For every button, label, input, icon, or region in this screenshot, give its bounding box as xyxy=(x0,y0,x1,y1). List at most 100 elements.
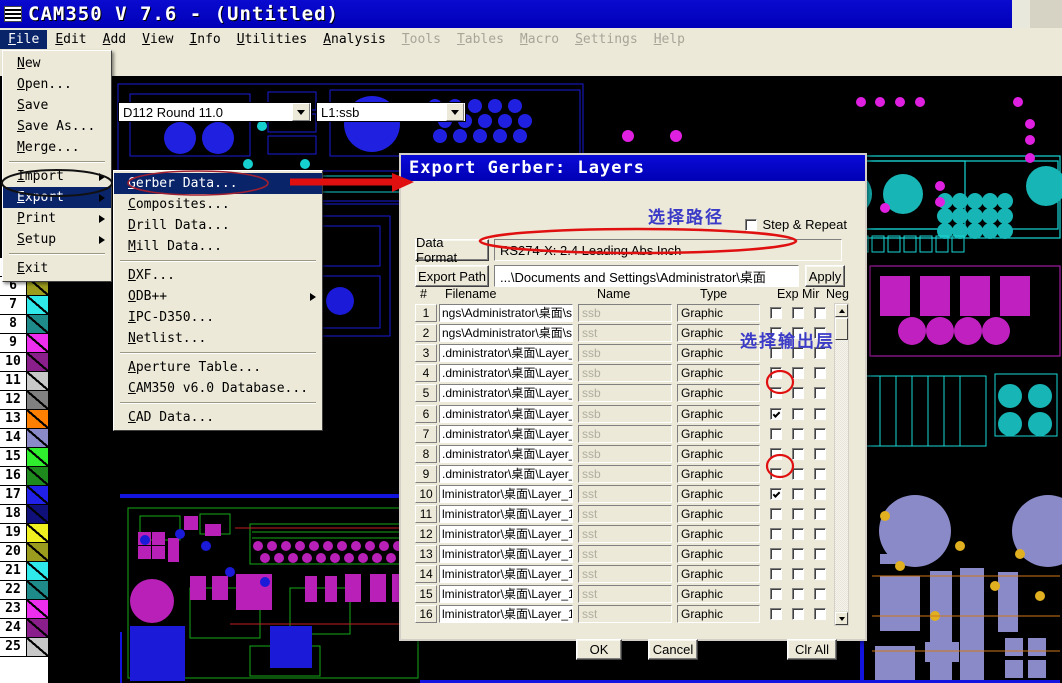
file-menu-item-merge[interactable]: Merge... xyxy=(3,137,111,158)
layer-color-swatch[interactable] xyxy=(27,543,48,561)
layer-row[interactable]: 22 xyxy=(0,581,48,600)
export-menu-item-aperture-table[interactable]: Aperture Table... xyxy=(114,357,322,378)
row-type-value[interactable]: Graphic xyxy=(677,364,760,382)
layer-color-panel[interactable]: 5678910111213141516171819202122232425 xyxy=(0,258,49,683)
row-exp-checkbox[interactable] xyxy=(770,508,782,520)
row-exp-checkbox-cell[interactable] xyxy=(769,307,783,319)
layer-color-swatch[interactable] xyxy=(27,334,48,352)
row-neg-checkbox-cell[interactable] xyxy=(813,448,827,460)
row-mir-checkbox-cell[interactable] xyxy=(791,528,805,540)
row-neg-checkbox[interactable] xyxy=(814,327,826,339)
aperture-combobox[interactable]: D112 Round 11.0 xyxy=(118,102,312,122)
row-type-value[interactable]: Graphic xyxy=(677,465,760,483)
row-mir-checkbox[interactable] xyxy=(792,468,804,480)
row-neg-checkbox[interactable] xyxy=(814,408,826,420)
row-neg-checkbox-cell[interactable] xyxy=(813,608,827,620)
menu-add[interactable]: Add xyxy=(95,30,134,49)
row-exp-checkbox[interactable] xyxy=(770,488,782,500)
row-mir-checkbox-cell[interactable] xyxy=(791,327,805,339)
row-neg-checkbox-cell[interactable] xyxy=(813,307,827,319)
layer-color-swatch[interactable] xyxy=(27,315,48,333)
table-row[interactable]: 3.dministrator\桌面\Layer_3.ssbGraphic xyxy=(415,343,847,363)
row-type-value[interactable]: Graphic xyxy=(677,525,760,543)
chevron-down-icon[interactable] xyxy=(446,103,464,121)
row-type-value[interactable]: Graphic xyxy=(677,344,760,362)
row-neg-checkbox[interactable] xyxy=(814,588,826,600)
row-exp-checkbox[interactable] xyxy=(770,347,782,359)
layer-row[interactable]: 15 xyxy=(0,448,48,467)
layer-row[interactable]: 11 xyxy=(0,372,48,391)
row-mir-checkbox-cell[interactable] xyxy=(791,548,805,560)
row-exp-checkbox-cell[interactable] xyxy=(769,568,783,580)
table-row[interactable]: 11lministrator\桌面\Layer_11.sstGraphic xyxy=(415,504,847,524)
row-mir-checkbox[interactable] xyxy=(792,408,804,420)
table-row[interactable]: 1ngs\Administrator\桌面\ssbssbGraphic xyxy=(415,303,847,323)
row-type-value[interactable]: Graphic xyxy=(677,324,760,342)
row-exp-checkbox-cell[interactable] xyxy=(769,367,783,379)
row-name-input[interactable]: ssb xyxy=(578,425,672,443)
row-filename-input[interactable]: lministrator\桌面\Layer_16. xyxy=(439,605,573,623)
row-neg-checkbox[interactable] xyxy=(814,488,826,500)
row-mir-checkbox[interactable] xyxy=(792,327,804,339)
layer-row[interactable]: 20 xyxy=(0,543,48,562)
layer-row[interactable]: 7 xyxy=(0,296,48,315)
row-type-value[interactable]: Graphic xyxy=(677,605,760,623)
layer-color-swatch[interactable] xyxy=(27,505,48,523)
row-filename-input[interactable]: lministrator\桌面\Layer_15. xyxy=(439,585,573,603)
row-type-value[interactable]: Graphic xyxy=(677,505,760,523)
row-exp-checkbox[interactable] xyxy=(770,588,782,600)
row-filename-input[interactable]: .dministrator\桌面\Layer_9. xyxy=(439,465,573,483)
table-row[interactable]: 8.dministrator\桌面\Layer_8.ssbGraphic xyxy=(415,444,847,464)
menu-info[interactable]: Info xyxy=(181,30,228,49)
row-exp-checkbox-cell[interactable] xyxy=(769,508,783,520)
layer-row[interactable]: 16 xyxy=(0,467,48,486)
row-mir-checkbox[interactable] xyxy=(792,387,804,399)
row-mir-checkbox[interactable] xyxy=(792,307,804,319)
row-filename-input[interactable]: .dministrator\桌面\Layer_5. xyxy=(439,384,573,402)
export-menu-item-cam350-v6-0-database[interactable]: CAM350 v6.0 Database... xyxy=(114,378,322,399)
row-name-input[interactable]: ssb xyxy=(578,364,672,382)
file-menu-item-print[interactable]: Print xyxy=(3,208,111,229)
row-filename-input[interactable]: .dministrator\桌面\Layer_6. xyxy=(439,405,573,423)
layer-color-swatch[interactable] xyxy=(27,372,48,390)
row-type-value[interactable]: Graphic xyxy=(677,485,760,503)
file-menu-item-save[interactable]: Save xyxy=(3,95,111,116)
row-mir-checkbox[interactable] xyxy=(792,588,804,600)
row-mir-checkbox-cell[interactable] xyxy=(791,428,805,440)
row-type-value[interactable]: Graphic xyxy=(677,405,760,423)
table-row[interactable]: 5.dministrator\桌面\Layer_5.ssbGraphic xyxy=(415,383,847,403)
menu-file[interactable]: File xyxy=(0,30,47,49)
layers-table[interactable]: 1ngs\Administrator\桌面\ssbssbGraphic2ngs\… xyxy=(415,303,847,626)
row-mir-checkbox-cell[interactable] xyxy=(791,588,805,600)
row-exp-checkbox-cell[interactable] xyxy=(769,408,783,420)
step-and-repeat-option[interactable]: Step & Repeat xyxy=(745,217,847,232)
row-filename-input[interactable]: lministrator\桌面\Layer_11. xyxy=(439,505,573,523)
row-type-value[interactable]: Graphic xyxy=(677,585,760,603)
row-neg-checkbox[interactable] xyxy=(814,387,826,399)
row-neg-checkbox-cell[interactable] xyxy=(813,548,827,560)
table-row[interactable]: 7.dministrator\桌面\Layer_7.ssbGraphic xyxy=(415,424,847,444)
row-name-input[interactable]: sst xyxy=(578,605,672,623)
row-filename-input[interactable]: .dministrator\桌面\Layer_7. xyxy=(439,425,573,443)
file-menu-item-setup[interactable]: Setup xyxy=(3,229,111,250)
row-exp-checkbox-cell[interactable] xyxy=(769,327,783,339)
row-neg-checkbox-cell[interactable] xyxy=(813,468,827,480)
export-menu-item-cad-data[interactable]: CAD Data... xyxy=(114,407,322,428)
row-type-value[interactable]: Graphic xyxy=(677,545,760,563)
layer-color-swatch[interactable] xyxy=(27,638,48,656)
scrollbar-thumb[interactable] xyxy=(835,318,848,340)
row-mir-checkbox-cell[interactable] xyxy=(791,347,805,359)
row-mir-checkbox-cell[interactable] xyxy=(791,307,805,319)
scroll-down-icon[interactable] xyxy=(835,612,848,625)
scroll-up-icon[interactable] xyxy=(835,304,848,317)
row-name-input[interactable]: ssb xyxy=(578,405,672,423)
row-mir-checkbox[interactable] xyxy=(792,428,804,440)
export-menu-item-composites[interactable]: Composites... xyxy=(114,194,322,215)
file-menu-item-export[interactable]: Export xyxy=(3,187,111,208)
layer-color-swatch[interactable] xyxy=(27,562,48,580)
layer-row[interactable]: 12 xyxy=(0,391,48,410)
row-neg-checkbox[interactable] xyxy=(814,367,826,379)
menu-view[interactable]: View xyxy=(134,30,181,49)
chevron-down-icon[interactable] xyxy=(292,103,310,121)
layer-color-swatch[interactable] xyxy=(27,353,48,371)
